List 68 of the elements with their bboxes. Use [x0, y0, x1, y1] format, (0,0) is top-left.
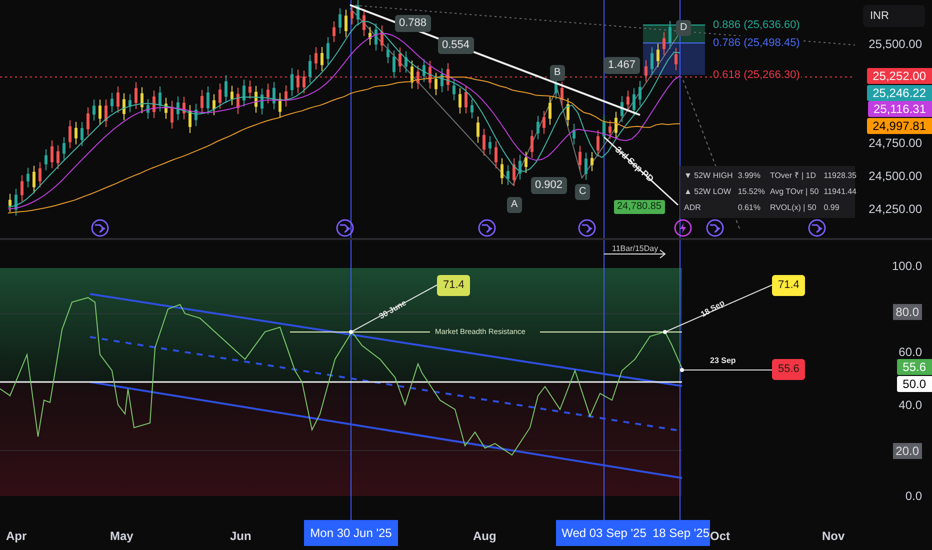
- stats-cell-text: ▼ 52W HIGH: [684, 170, 733, 182]
- price-badge: 55.6: [896, 359, 932, 375]
- stats-cell-text: Avg TOvr | 50: [770, 186, 819, 198]
- price-badge: 24,997.81: [866, 118, 932, 134]
- arrow-circle-icon[interactable]: [478, 219, 496, 237]
- fibonacci-level-label: 0.886 (25,636.60): [712, 18, 801, 32]
- trend-annotation: 3rd Sep PD: [612, 144, 656, 186]
- currency-label[interactable]: INR: [863, 5, 925, 27]
- callout-value: 71.4: [437, 275, 470, 296]
- pattern-point-label: D: [676, 20, 692, 36]
- ratio-label: 1.467: [604, 57, 640, 74]
- price-badge: 25,246.22: [866, 85, 932, 101]
- date-cursor-label: Wed 03 Sep '25: [556, 520, 652, 546]
- stats-cell-text: 0.99: [824, 202, 840, 214]
- anchor-dot: [680, 368, 684, 372]
- month-label: Nov: [822, 528, 845, 545]
- stats-cell-text: ADR: [684, 202, 702, 214]
- axis-tick-label: 40.0: [898, 397, 922, 413]
- fibonacci-level-label: 0.618 (25,266.30): [712, 68, 801, 82]
- date-cursor-label: 18 Sep '25: [652, 520, 710, 546]
- lightning-circle-icon[interactable]: [674, 219, 692, 237]
- date-cursor-label: Mon 30 Jun '25: [304, 520, 398, 546]
- month-label: Apr: [6, 528, 27, 545]
- month-label: Oct: [710, 528, 730, 545]
- anchor-dot: [349, 330, 353, 334]
- axis-tick-label: 24,750.00: [868, 135, 922, 151]
- callout-value: 71.4: [772, 275, 806, 296]
- callout-date-label: 30 June: [377, 297, 409, 323]
- axis-tick-label: 60.0: [898, 344, 922, 360]
- month-label: May: [110, 528, 134, 545]
- axis-tick-label: 25,500.00: [868, 36, 922, 52]
- axis-level-label: 20.0: [892, 443, 922, 459]
- ratio-label: 0.788: [395, 15, 431, 32]
- axis-tick-label: 100.0: [892, 258, 922, 274]
- stats-cell-text: 15.52%: [738, 186, 765, 198]
- arrow-circle-icon[interactable]: [91, 219, 109, 237]
- arrow-circle-icon[interactable]: [808, 219, 826, 237]
- stats-cell-text: 0.61%: [738, 202, 762, 214]
- axis-tick-label: 24,250.00: [868, 201, 922, 217]
- ratio-label: 0.554: [438, 37, 474, 54]
- callout-value: 55.6: [772, 359, 806, 380]
- anchor-dot: [663, 330, 667, 334]
- axis-level-label: 80.0: [892, 304, 922, 320]
- stats-cell-text: 11928.35: [824, 170, 857, 182]
- price-badge: 25,116.31: [868, 101, 932, 117]
- month-label: Jun: [230, 528, 252, 545]
- stats-cell-text: TOver ₹ | 1D: [770, 170, 818, 182]
- axis-tick-label: 0.0: [905, 488, 922, 504]
- arrow-circle-icon[interactable]: [706, 219, 724, 237]
- stats-cell-text: 11941.44: [824, 186, 857, 198]
- price-badge: 25,252.00: [866, 68, 932, 84]
- stats-cell-text: ▲ 52W LOW: [684, 186, 732, 198]
- axis-tick-label: 24,500.00: [868, 168, 922, 184]
- callout-date-label: 23 Sep: [710, 355, 736, 367]
- arrow-circle-icon[interactable]: [336, 219, 354, 237]
- span-label: 11Bar/15Day: [612, 243, 658, 255]
- fibonacci-level-label: 0.786 (25,498.45): [712, 36, 801, 50]
- month-label: Aug: [473, 528, 496, 545]
- ratio-label: 0.902: [531, 177, 567, 194]
- callout-date-label: 18 Sep: [698, 297, 728, 321]
- price-tag: 24,780.85: [614, 200, 664, 214]
- pattern-point-label: C: [575, 184, 590, 200]
- stats-cell-text: 3.99%: [738, 170, 762, 182]
- pattern-point-label: B: [550, 65, 565, 81]
- price-badge: 50.0: [896, 376, 932, 392]
- arrow-circle-icon[interactable]: [578, 219, 596, 237]
- pattern-point-label: A: [507, 197, 522, 213]
- stats-cell-text: RVOL(x) | 50: [770, 202, 818, 214]
